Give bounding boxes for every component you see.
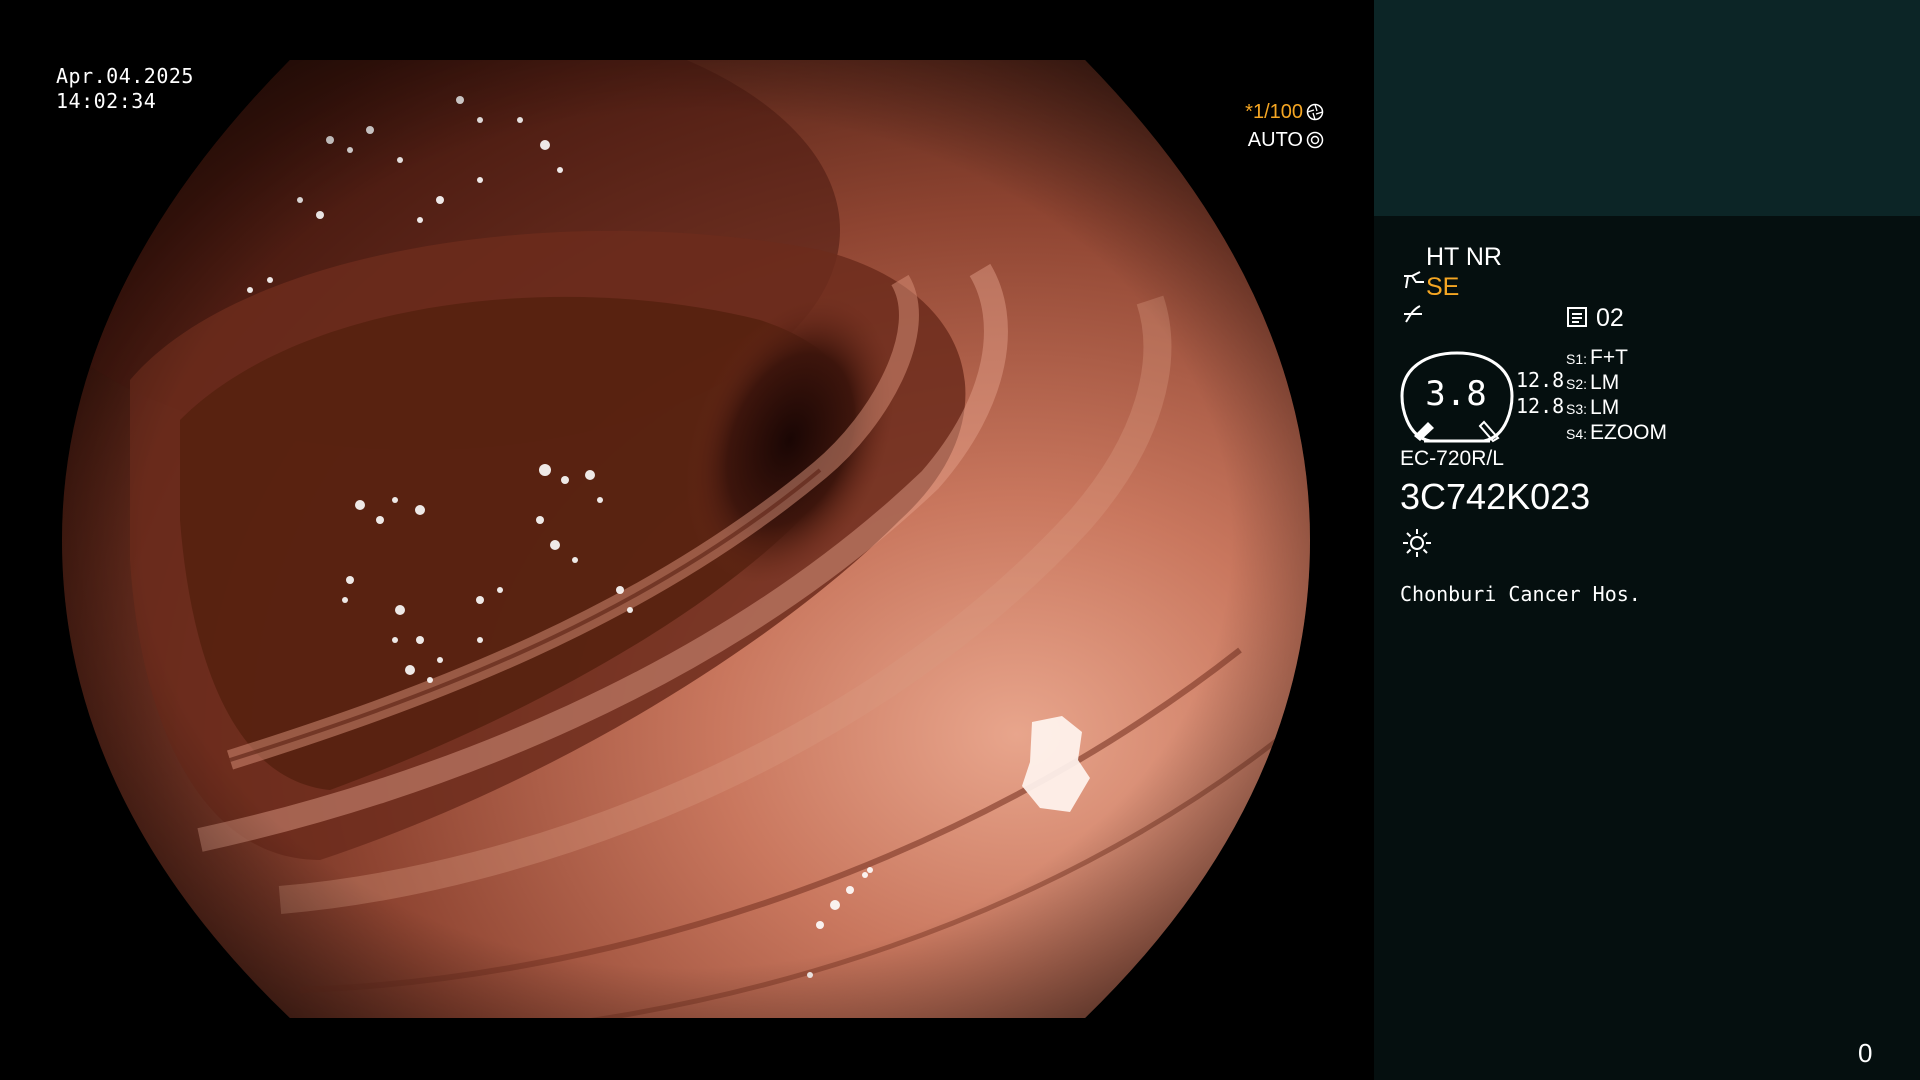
- scope-switch-3: S3: LM: [1566, 396, 1619, 420]
- iris-icon: [1303, 129, 1324, 151]
- shutter-info: *1/100 AUTO: [1245, 98, 1324, 154]
- image-counter: 0: [1858, 1038, 1873, 1068]
- side-panel-top: [1374, 0, 1920, 216]
- processing-modes: HT NR: [1426, 243, 1502, 271]
- switch-value: LM: [1590, 396, 1620, 419]
- scope-model: EC-720R/L: [1400, 447, 1504, 470]
- switch-key: S1:: [1566, 351, 1588, 367]
- endoscope-view-area: Apr.04.2025 14:02:34 *1/100 AUTO: [0, 0, 1374, 1080]
- zoom-value: 3.8: [1425, 374, 1487, 414]
- sun-icon: [1402, 528, 1432, 563]
- exam-date: Apr.04.2025: [56, 64, 194, 88]
- endoscopic-image: [62, 60, 1310, 1018]
- shutter-speed: *1/100: [1245, 101, 1303, 123]
- exam-datetime: Apr.04.2025 14:02:34: [56, 64, 194, 114]
- parameter-value-2: 12.8: [1516, 394, 1565, 418]
- structure-enhancement-icon: [1402, 302, 1424, 331]
- scope-switch-4: S4: EZOOM: [1566, 421, 1667, 445]
- structure-enhancement-label: SE: [1426, 273, 1460, 301]
- memory-card-icon: [1566, 306, 1588, 333]
- parameter-value-1: 12.8: [1516, 368, 1565, 392]
- scope-serial: 3C742K023: [1400, 476, 1591, 517]
- switch-key: S4:: [1566, 426, 1588, 442]
- switch-value: F+T: [1590, 346, 1628, 369]
- recording-number: 02: [1596, 304, 1624, 332]
- aperture-icon: [1303, 101, 1324, 123]
- exam-time: 14:02:34: [56, 89, 157, 113]
- switch-value: EZOOM: [1590, 421, 1668, 444]
- scope-switch-1: S1: F+T: [1566, 346, 1628, 370]
- auto-exposure-label: AUTO: [1247, 129, 1303, 151]
- hospital-name: Chonburi Cancer Hos.: [1400, 582, 1641, 606]
- switch-key: S3:: [1566, 401, 1588, 417]
- switch-value: LM: [1590, 371, 1620, 394]
- switch-key: S2:: [1566, 376, 1588, 392]
- status-panel: HT NR SE 02 3.8 12.8 12.8 S1: F+T S2: LM S…: [1400, 240, 1900, 640]
- forceps-icon: [1402, 270, 1426, 297]
- scope-switch-2: S2: LM: [1566, 371, 1619, 395]
